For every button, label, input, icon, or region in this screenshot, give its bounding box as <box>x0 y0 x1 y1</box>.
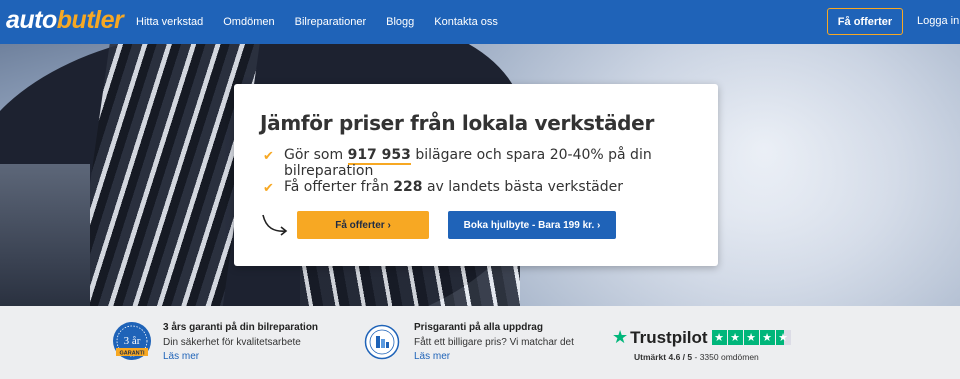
half-star-icon: ★ <box>775 330 791 345</box>
star-icon: ★ <box>743 330 759 345</box>
read-more-link[interactable]: Läs mer <box>414 351 574 362</box>
hero-title: Jämför priser från lokala verkstäder <box>260 111 655 135</box>
trustpilot-widget[interactable]: ★ Trustpilot ★ ★ ★ ★ ★ Utmärkt 4.6 / 5 - 335… <box>612 327 792 362</box>
svg-text:GARANTI: GARANTI <box>119 351 145 357</box>
book-tire-change-button[interactable]: Boka hjulbyte - Bara 199 kr. › <box>448 211 616 239</box>
workshops-count: 228 <box>393 179 423 195</box>
tire-sidewall <box>0 164 90 306</box>
star-icon: ★ <box>711 330 727 345</box>
rating-summary: Utmärkt 4.6 / 5 - 3350 omdömen <box>634 352 759 362</box>
read-more-link[interactable]: Läs mer <box>163 351 318 362</box>
main-nav: Hitta verkstad Omdömen Bilreparationer B… <box>126 0 508 44</box>
rating-stars: ★ ★ ★ ★ ★ <box>711 330 792 345</box>
nav-kontakta-oss[interactable]: Kontakta oss <box>434 16 498 28</box>
feature-subtitle: Fått ett billigare pris? Vi matchar det <box>414 337 574 348</box>
header-get-offers-button[interactable]: Få offerter <box>827 8 903 35</box>
curved-arrow-icon <box>262 214 288 236</box>
hero-card: Jämför priser från lokala verkstäder ✔ G… <box>234 84 718 266</box>
hero-line-workshops: Få offerter från 228 av landets bästa ve… <box>284 179 624 195</box>
star-icon: ★ <box>727 330 743 345</box>
warranty-badge-icon: 3 år GARANTI <box>113 322 151 360</box>
check-icon: ✔ <box>263 180 274 195</box>
trustpilot-brand: Trustpilot <box>630 327 708 347</box>
feature-title: Prisgaranti på alla uppdrag <box>414 322 543 333</box>
top-navbar: autobutler Hitta verkstad Omdömen Bilrep… <box>0 0 960 44</box>
trustpilot-star-icon: ★ <box>612 327 629 347</box>
nav-bilreparationer[interactable]: Bilreparationer <box>295 16 367 28</box>
nav-blogg[interactable]: Blogg <box>386 16 414 28</box>
nav-hitta-verkstad[interactable]: Hitta verkstad <box>136 16 203 28</box>
trust-strip: 3 år GARANTI 3 års garanti på din bilrep… <box>0 306 960 379</box>
hero-line-owners: Gör som 917 953 bilägare och spara 20-40… <box>284 147 652 179</box>
svg-text:3 år: 3 år <box>124 335 141 347</box>
star-icon: ★ <box>759 330 775 345</box>
autobutler-logo[interactable]: autobutler <box>6 6 124 35</box>
feature-warranty: 3 års garanti på din bilreparation Din s… <box>163 322 318 362</box>
feature-price-guarantee: Prisgaranti på alla uppdrag Fått ett bil… <box>414 322 574 362</box>
login-link[interactable]: Logga in <box>917 15 959 27</box>
nav-omdomen[interactable]: Omdömen <box>223 16 274 28</box>
get-offers-button[interactable]: Få offerter › <box>297 211 429 239</box>
feature-title: 3 års garanti på din bilreparation <box>163 322 319 333</box>
feature-subtitle: Din säkerhet för kvalitetsarbete <box>163 337 301 348</box>
check-icon: ✔ <box>263 148 274 163</box>
price-guarantee-icon <box>364 324 400 360</box>
